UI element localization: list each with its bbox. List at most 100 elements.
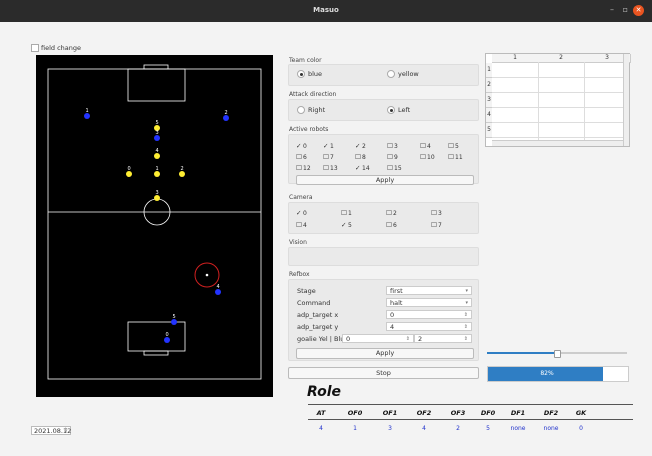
command-combo[interactable]: halt ▾ [386,298,472,307]
active-robot-checkbox[interactable]: ☐5 [448,142,459,150]
goalie-yellow-spinbox[interactable]: 0 ⇕ [342,334,414,343]
camera-label: 1 [348,210,352,217]
camera-checkbox[interactable]: ☐7 [431,221,442,229]
checkbox-icon[interactable]: ☐ [431,221,438,229]
active-robot-checkbox[interactable]: ☐11 [448,153,463,161]
data-table[interactable]: 12312345 [485,53,631,147]
camera-checkbox[interactable]: ☐3 [431,209,442,217]
goalie-label: goalie Yel | Blu [297,335,345,343]
radio-icon[interactable] [297,106,305,114]
check-icon[interactable]: ✓ [323,142,330,150]
check-icon[interactable]: ✓ [355,142,362,150]
active-robot-checkbox[interactable]: ☐13 [323,164,338,172]
maximize-icon[interactable]: ▫ [623,5,628,14]
check-icon[interactable]: ✓ [341,221,348,229]
checkbox-icon[interactable]: ☐ [296,221,303,229]
stop-button[interactable]: Stop [288,367,479,379]
camera-checkbox[interactable]: ☐1 [341,209,352,217]
camera-checkbox[interactable]: ☐2 [386,209,397,217]
table-column-header[interactable]: 1 [492,54,539,63]
camera-group [288,202,479,234]
stage-label: Stage [297,287,316,295]
active-robot-checkbox[interactable]: ☐15 [387,164,402,172]
slider[interactable] [487,350,627,358]
vertical-scrollbar[interactable] [623,54,629,146]
camera-checkbox[interactable]: ✓ 0 [296,209,307,217]
spin-arrows-icon[interactable]: ⇕ [63,427,68,434]
active-robot-checkbox[interactable]: ☐4 [420,142,431,150]
active-robot-checkbox[interactable]: ☐7 [323,153,334,161]
date-field[interactable]: 2021.08.12 ⇕ [31,426,71,435]
attack-direction-option-right[interactable]: Right [297,106,325,114]
table-row-header[interactable]: 1 [486,63,492,78]
team-color-option-blue[interactable]: blue [297,70,322,78]
robot-id-label: 3 [156,190,159,196]
checkbox-icon[interactable]: ☐ [323,164,330,172]
slider-handle[interactable] [554,350,561,358]
attack-right-label: Right [308,106,326,114]
attack-direction-option-left[interactable]: Left [387,106,410,114]
radio-icon[interactable] [387,70,395,78]
spin-arrows-icon[interactable]: ⇕ [464,311,468,319]
spin-arrows-icon[interactable]: ⇕ [464,323,468,331]
check-icon[interactable]: ✓ [296,209,303,217]
table-row-header[interactable]: 5 [486,123,492,138]
radio-icon[interactable] [387,106,395,114]
radio-icon[interactable] [297,70,305,78]
goalie-blue-spinbox[interactable]: 2 ⇕ [414,334,472,343]
checkbox-icon[interactable] [31,44,39,52]
adp-target-x-spinbox[interactable]: 0 ⇕ [386,310,472,319]
table-row-header[interactable]: 3 [486,93,492,108]
refbox-apply-button[interactable]: Apply [296,348,474,359]
team-color-option-yellow[interactable]: yellow [387,70,419,78]
active-robots-apply-button[interactable]: Apply [296,175,474,185]
active-robot-checkbox[interactable]: ✓ 14 [355,164,370,172]
chevron-down-icon: ▾ [465,300,468,306]
active-robot-checkbox[interactable]: ☐10 [420,153,435,161]
checkbox-icon[interactable]: ☐ [323,153,330,161]
check-icon[interactable]: ✓ [296,142,303,150]
checkbox-icon[interactable]: ☐ [448,153,455,161]
spin-arrows-icon[interactable]: ⇕ [464,335,468,343]
checkbox-icon[interactable]: ☐ [386,209,393,217]
table-column-header[interactable]: 2 [538,54,585,63]
checkbox-icon[interactable]: ☐ [355,153,362,161]
active-robot-checkbox[interactable]: ☐9 [387,153,398,161]
camera-checkbox[interactable]: ✓ 5 [341,221,352,229]
active-robot-checkbox[interactable]: ✓ 2 [355,142,366,150]
checkbox-icon[interactable]: ☐ [431,209,438,217]
camera-checkbox[interactable]: ☐6 [386,221,397,229]
checkbox-icon[interactable]: ☐ [420,142,427,150]
camera-checkbox[interactable]: ☐4 [296,221,307,229]
horizontal-scrollbar[interactable] [492,140,623,146]
active-robot-checkbox[interactable]: ☐6 [296,153,307,161]
progress-text: 82% [540,370,554,377]
checkbox-icon[interactable]: ☐ [341,209,348,217]
active-robot-checkbox[interactable]: ✓ 0 [296,142,307,150]
active-robot-checkbox[interactable]: ☐3 [387,142,398,150]
active-robot-checkbox[interactable]: ☐12 [296,164,311,172]
checkbox-icon[interactable]: ☐ [386,221,393,229]
active-robot-checkbox[interactable]: ☐8 [355,153,366,161]
minimize-icon[interactable]: – [610,5,614,14]
check-icon[interactable]: ✓ [355,164,362,172]
checkbox-icon[interactable]: ☐ [420,153,427,161]
table-row-header[interactable]: 4 [486,108,492,123]
robot-id-label: 5 [156,120,159,126]
close-icon[interactable]: ✕ [633,5,644,16]
spin-arrows-icon[interactable]: ⇕ [406,335,410,343]
active-robot-checkbox[interactable]: ✓ 1 [323,142,334,150]
field-change-checkbox[interactable]: field change [31,44,81,52]
table-column-divider [538,62,539,140]
checkbox-icon[interactable]: ☐ [387,164,394,172]
checkbox-icon[interactable]: ☐ [387,153,394,161]
checkbox-icon[interactable]: ☐ [296,153,303,161]
checkbox-icon[interactable]: ☐ [387,142,394,150]
checkbox-icon[interactable]: ☐ [296,164,303,172]
adp-target-y-spinbox[interactable]: 4 ⇕ [386,322,472,331]
table-row-header[interactable]: 2 [486,78,492,93]
stage-combo[interactable]: first ▾ [386,286,472,295]
checkbox-icon[interactable]: ☐ [448,142,455,150]
goalie-blue-value: 2 [418,335,423,343]
role-header: OF2 [416,409,432,417]
